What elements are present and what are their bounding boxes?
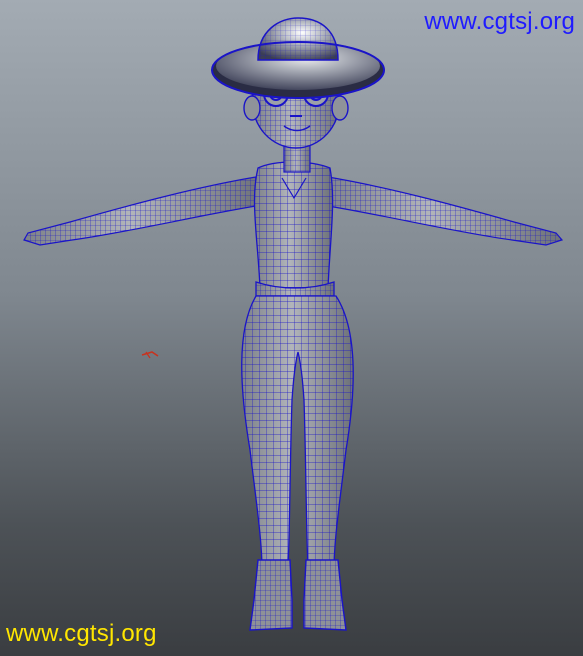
character-model[interactable] xyxy=(0,0,583,656)
watermark-top: www.cgtsj.org xyxy=(424,8,575,35)
legs xyxy=(241,295,354,631)
hat xyxy=(211,17,385,99)
watermark-bottom: www.cgtsj.org xyxy=(6,620,157,647)
3d-viewport[interactable]: www.cgtsj.org www.cgtsj.org xyxy=(0,0,583,656)
axis-locator-icon[interactable] xyxy=(141,351,159,359)
torso xyxy=(253,161,335,302)
